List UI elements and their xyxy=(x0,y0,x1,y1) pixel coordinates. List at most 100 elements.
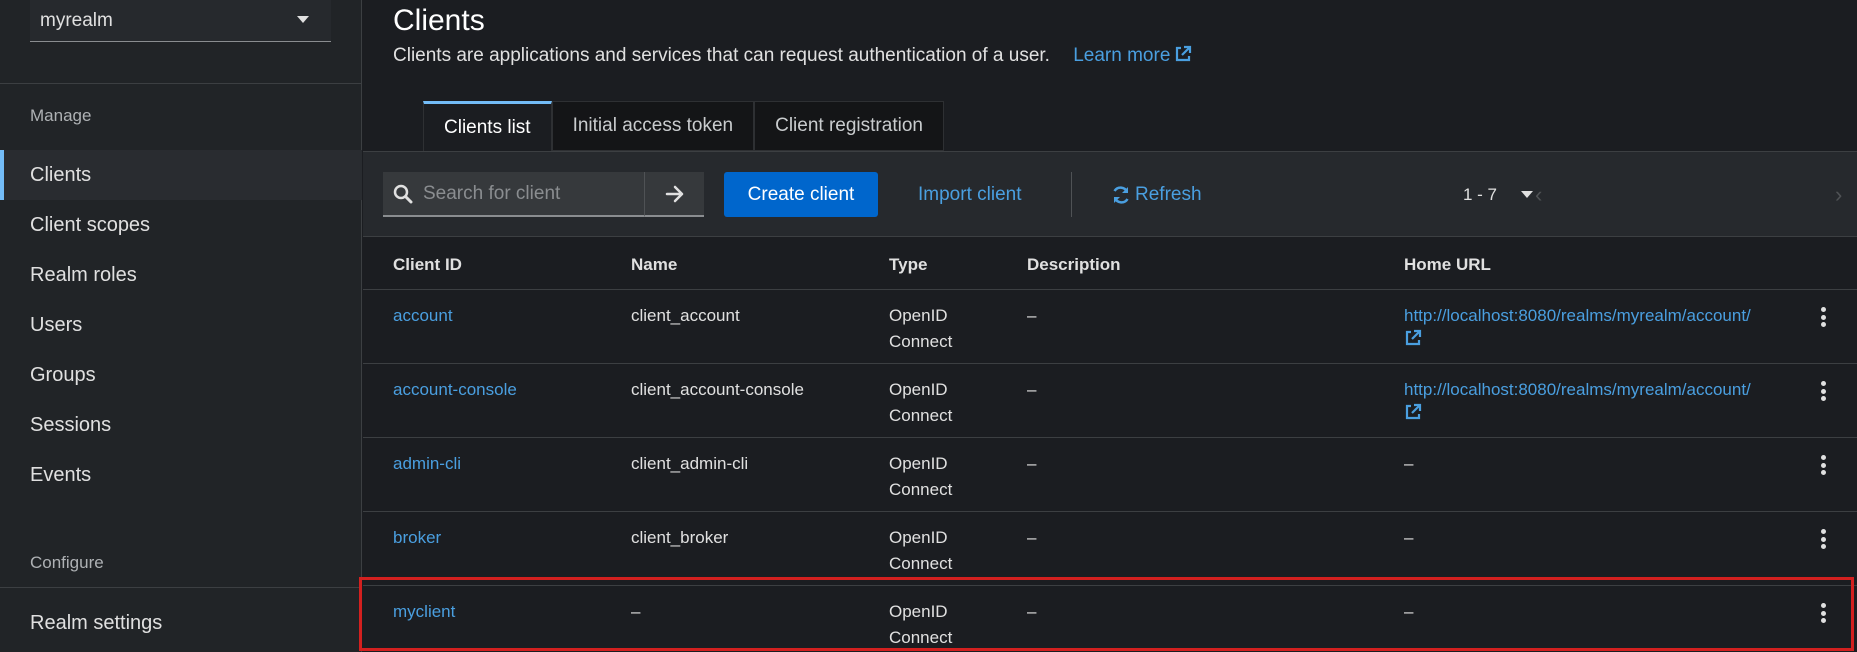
home-url-link[interactable]: http://localhost:8080/realms/myrealm/acc… xyxy=(1404,377,1751,429)
sidebar-divider xyxy=(0,83,362,84)
refresh-button[interactable]: Refresh xyxy=(1111,172,1202,217)
import-client-button[interactable]: Import client xyxy=(918,172,1021,217)
external-link-icon xyxy=(1405,329,1422,346)
home-url-text: http://localhost:8080/realms/myrealm/acc… xyxy=(1404,306,1751,325)
sidebar-item-users[interactable]: Users xyxy=(0,300,362,350)
sidebar-item-sessions[interactable]: Sessions xyxy=(0,400,362,450)
column-header-description: Description xyxy=(1027,255,1121,274)
client-description: – xyxy=(1027,380,1037,399)
search-input[interactable] xyxy=(423,182,633,205)
type-line: Connect xyxy=(889,554,953,573)
external-link-icon xyxy=(1176,45,1192,62)
search-box xyxy=(383,172,645,217)
caret-down-icon xyxy=(297,16,309,23)
sidebar-item-label: Groups xyxy=(30,363,96,386)
sidebar-item-label: Clients xyxy=(30,163,92,186)
column-header-client-id[interactable]: Client ID xyxy=(393,255,462,275)
client-name: client_admin-cli xyxy=(631,454,749,473)
client-description: – xyxy=(1027,528,1037,547)
row-actions-kebab-icon[interactable] xyxy=(1815,600,1831,626)
main-content: Clients Clients are applications and ser… xyxy=(363,0,1857,652)
page-title: Clients xyxy=(393,4,485,37)
client-name: client_account-console xyxy=(631,380,804,399)
realm-selector[interactable]: myrealm xyxy=(30,0,331,42)
column-header-home-url: Home URL xyxy=(1404,255,1491,274)
sidebar-item-clients[interactable]: Clients xyxy=(0,150,362,200)
client-type: OpenID Connect xyxy=(889,599,952,651)
previous-page-button[interactable]: ‹ xyxy=(1535,172,1542,217)
client-type: OpenID Connect xyxy=(889,303,952,355)
client-type: OpenID Connect xyxy=(889,525,952,577)
column-header-name: Name xyxy=(631,255,678,274)
sidebar-item-client-scopes[interactable]: Client scopes xyxy=(0,200,362,250)
chevron-right-icon: › xyxy=(1835,181,1843,207)
client-type: OpenID Connect xyxy=(889,377,952,429)
next-page-button[interactable]: › xyxy=(1835,172,1842,217)
tabs: Clients list Initial access token Client… xyxy=(423,101,944,151)
type-line: Connect xyxy=(889,406,953,425)
client-name: client_account xyxy=(631,306,740,325)
chevron-left-icon: ‹ xyxy=(1535,181,1543,207)
sidebar-item-events[interactable]: Events xyxy=(0,450,362,500)
type-line: Connect xyxy=(889,628,953,647)
home-url-text: – xyxy=(1404,602,1414,621)
type-line: Connect xyxy=(889,480,953,499)
pagination-range: 1 - 7 xyxy=(1463,184,1498,204)
type-line: OpenID xyxy=(889,528,948,547)
tab-clients-list[interactable]: Clients list xyxy=(423,101,552,151)
client-id-link[interactable]: broker xyxy=(393,525,441,551)
sidebar-item-label: Sessions xyxy=(30,413,112,436)
refresh-icon xyxy=(1113,185,1129,204)
sidebar-item-label: Realm settings xyxy=(30,611,163,634)
section-title-configure: Configure xyxy=(30,553,104,572)
sidebar-item-label: Users xyxy=(30,313,83,336)
sidebar-item-realm-roles[interactable]: Realm roles xyxy=(0,250,362,300)
create-client-button[interactable]: Create client xyxy=(724,172,878,217)
row-actions-kebab-icon[interactable] xyxy=(1815,378,1831,404)
client-id-link[interactable]: account xyxy=(393,303,453,329)
toolbar: Create client Import client Refresh 1 - … xyxy=(363,152,1857,237)
table-row: admin-cli client_admin-cli OpenID Connect… xyxy=(363,438,1857,512)
learn-more-label: Learn more xyxy=(1073,45,1171,66)
sidebar-item-label: Client scopes xyxy=(30,213,151,236)
type-line: OpenID xyxy=(889,454,948,473)
client-id-link[interactable]: account-console xyxy=(393,377,517,403)
section-title-manage: Manage xyxy=(30,106,92,125)
learn-more-link[interactable]: Learn more xyxy=(1073,45,1192,66)
type-line: OpenID xyxy=(889,380,948,399)
type-line: OpenID xyxy=(889,602,948,621)
row-actions-kebab-icon[interactable] xyxy=(1815,452,1831,478)
table-row: account-console client_account-console O… xyxy=(363,364,1857,438)
client-name: – xyxy=(631,602,641,621)
home-url-text: – xyxy=(1404,528,1414,547)
realm-name: myrealm xyxy=(40,9,113,31)
sidebar-item-label: Realm roles xyxy=(30,263,137,286)
tab-initial-access-token[interactable]: Initial access token xyxy=(551,101,755,151)
search-submit-button[interactable] xyxy=(644,172,704,217)
refresh-label: Refresh xyxy=(1135,183,1202,205)
tab-client-registration[interactable]: Client registration xyxy=(754,101,944,151)
client-id-link[interactable]: myclient xyxy=(393,599,455,625)
pagination-toggle[interactable]: 1 - 7 xyxy=(1463,172,1534,217)
table-row: account client_account OpenID Connect – h… xyxy=(363,290,1857,364)
home-url-link[interactable]: http://localhost:8080/realms/myrealm/acc… xyxy=(1404,303,1751,355)
client-type: OpenID Connect xyxy=(889,451,952,503)
description-text: Clients are applications and services th… xyxy=(393,45,1050,66)
sidebar: myrealm Manage Clients Client scopes Rea… xyxy=(0,0,362,652)
type-line: Connect xyxy=(889,332,953,351)
sidebar-item-groups[interactable]: Groups xyxy=(0,350,362,400)
external-link-icon xyxy=(1405,403,1422,420)
client-id-link[interactable]: admin-cli xyxy=(393,451,461,477)
row-actions-kebab-icon[interactable] xyxy=(1815,526,1831,552)
home-url-text: – xyxy=(1404,454,1414,473)
row-actions-kebab-icon[interactable] xyxy=(1815,304,1831,330)
table-header: Client ID Name Type Description Home URL xyxy=(363,238,1857,290)
table-row: myclient – OpenID Connect – – xyxy=(363,586,1857,652)
client-name: client_broker xyxy=(631,528,729,547)
sidebar-divider xyxy=(0,587,362,588)
sidebar-item-label: Events xyxy=(30,463,92,486)
column-header-type: Type xyxy=(889,255,928,274)
sidebar-item-realm-settings[interactable]: Realm settings xyxy=(0,598,362,648)
toolbar-separator xyxy=(1071,172,1072,217)
search-icon xyxy=(393,184,413,203)
